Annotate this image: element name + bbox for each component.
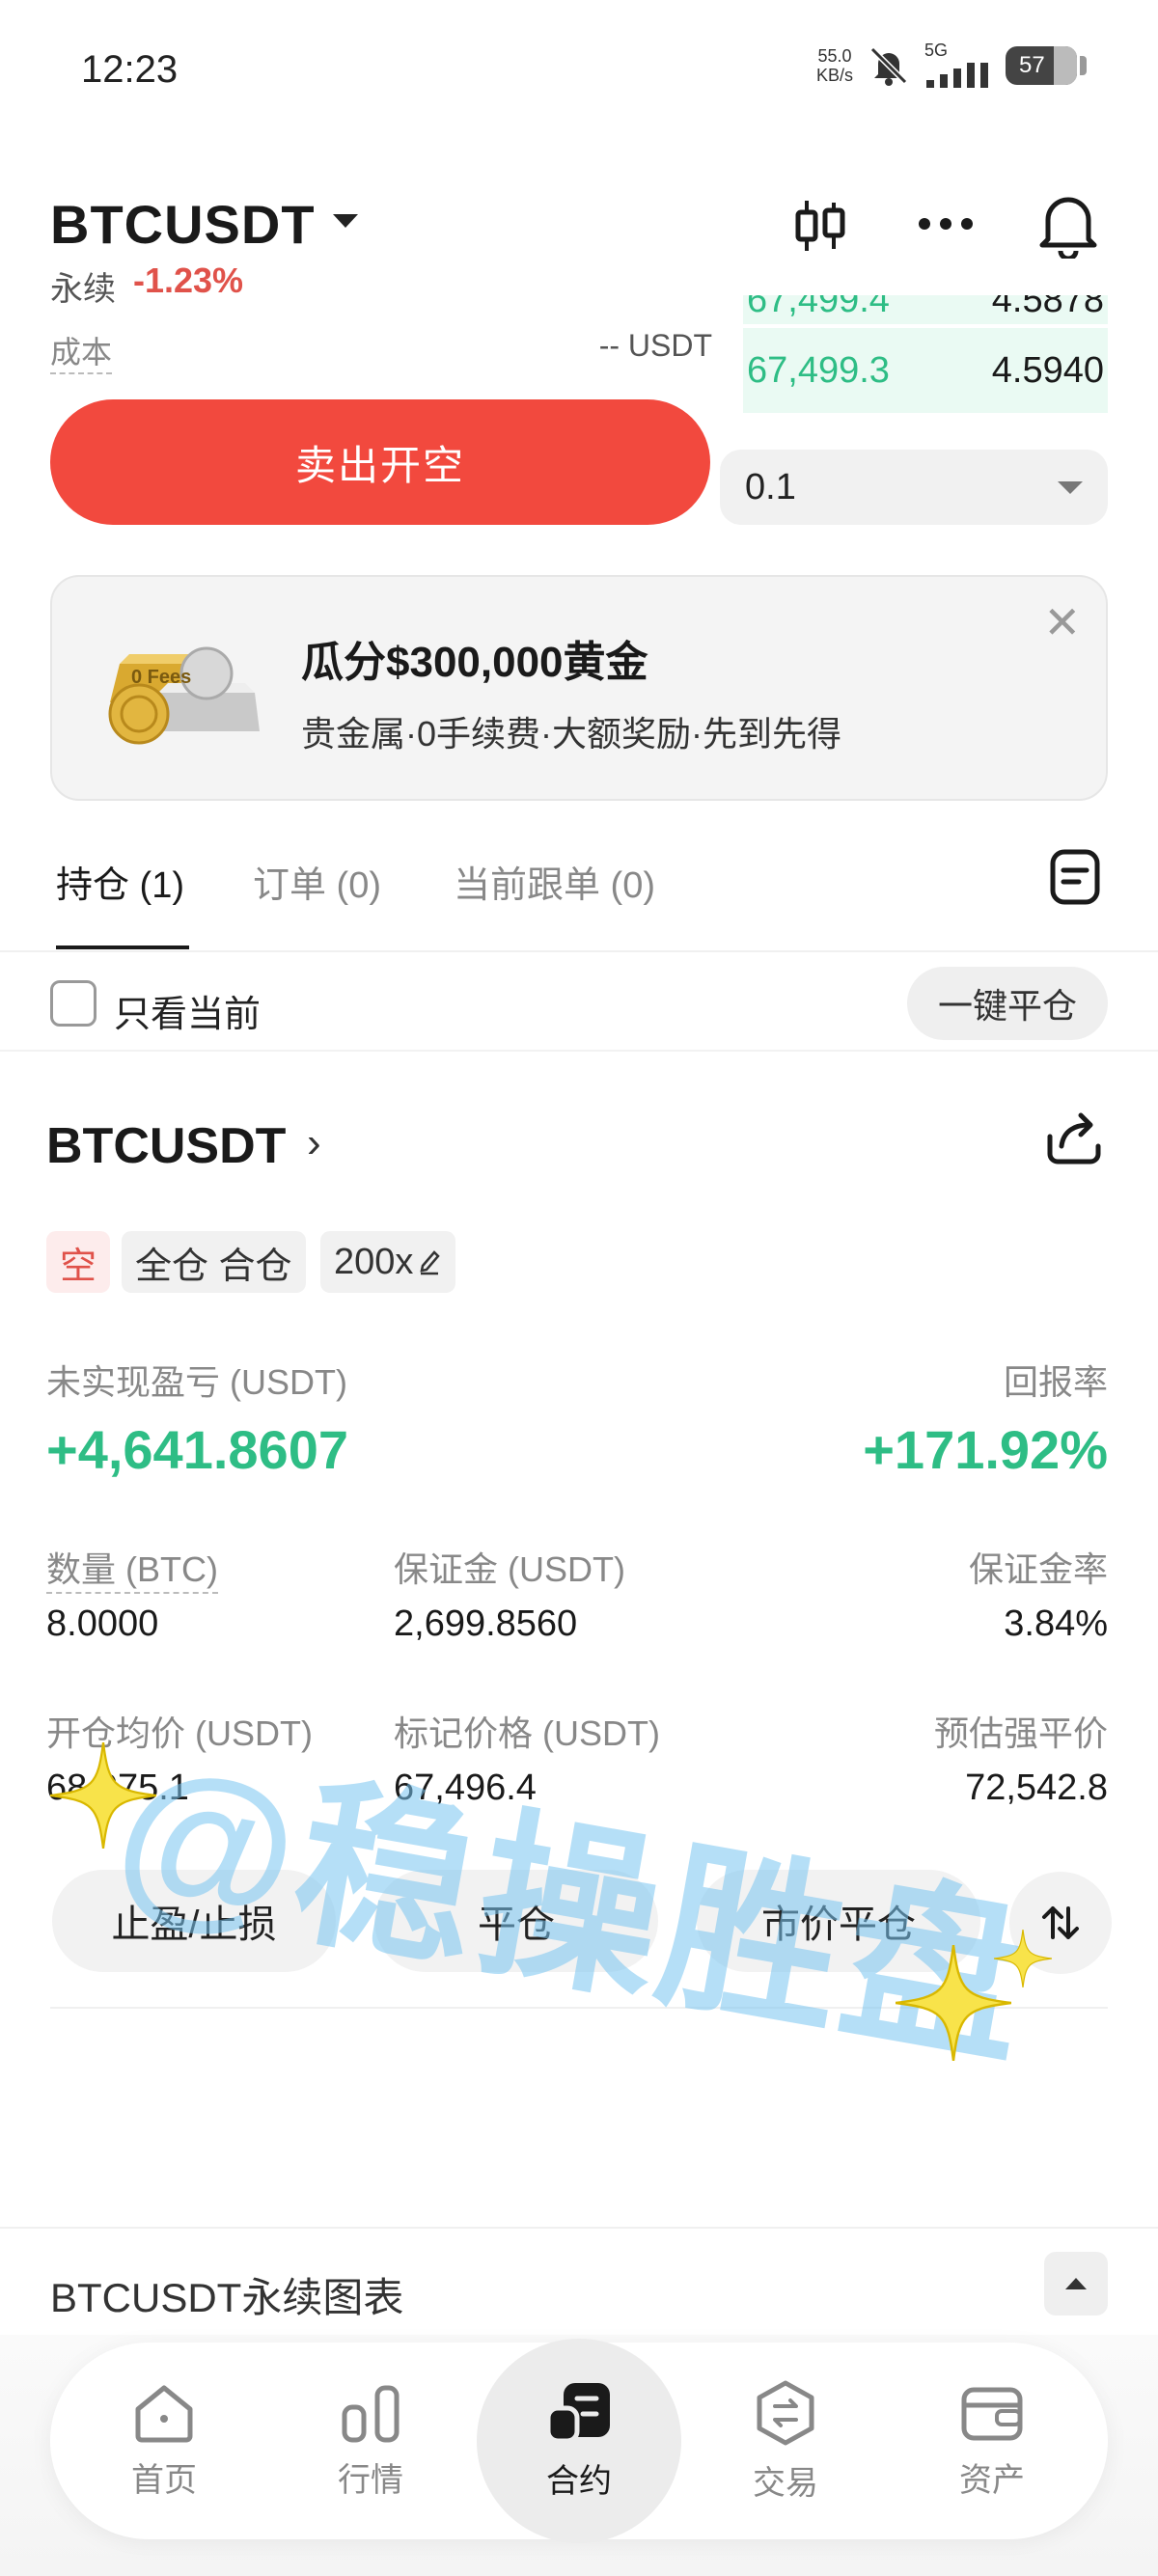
sparkle-icon: [50, 1742, 156, 1849]
margin-value: 2,699.8560: [394, 1603, 578, 1644]
nav-futures[interactable]: 合约: [482, 2343, 676, 2539]
caret-up-icon: [1065, 2278, 1087, 2289]
tab-copy-trades[interactable]: 当前跟单 (0): [454, 855, 655, 908]
close-icon[interactable]: ✕: [1043, 596, 1081, 648]
sparkle-icon: [994, 1930, 1052, 1987]
more-icon[interactable]: [917, 214, 975, 233]
show-current-only-label: 只看当前: [114, 995, 262, 1035]
signal-icon: 5G: [924, 41, 992, 90]
edit-icon: [420, 1250, 441, 1275]
caret-down-icon: [1058, 480, 1083, 494]
nav-trade[interactable]: 交易: [689, 2343, 882, 2539]
symbol-selector[interactable]: BTCUSDT: [50, 193, 316, 256]
status-time: 12:23: [81, 48, 179, 91]
show-current-only-checkbox[interactable]: [50, 980, 96, 1027]
leverage-tag[interactable]: 200x: [320, 1231, 456, 1293]
bell-icon[interactable]: [1038, 191, 1098, 259]
nav-home[interactable]: 首页: [68, 2343, 261, 2539]
position-side-tag: 空: [46, 1231, 111, 1293]
nav-markets[interactable]: 行情: [274, 2343, 467, 2539]
margin-ratio-value: 3.84%: [1004, 1603, 1108, 1644]
status-icons: 55.0 KB/s 5G 57: [815, 41, 1087, 90]
battery-indicator: 57: [1006, 45, 1087, 85]
svg-text:0 Fees: 0 Fees: [131, 667, 191, 688]
margin-mode-tag: 全仓 合仓: [122, 1231, 306, 1293]
position-symbol[interactable]: BTCUSDT: [46, 1117, 286, 1175]
promo-banner[interactable]: 0 Fees 瓜分$300,000黄金 贵金属·0手续费·大额奖励·先到先得 ✕: [50, 575, 1108, 801]
cost-value: -- USDT: [598, 328, 712, 363]
liq-price-value: 72,542.8: [965, 1768, 1108, 1808]
caret-down-icon[interactable]: [333, 214, 358, 228]
candlestick-icon[interactable]: [793, 197, 847, 255]
roe-value: +171.92%: [863, 1419, 1108, 1480]
chevron-right-icon[interactable]: ›: [307, 1119, 321, 1167]
sell-open-short-button[interactable]: 卖出开空: [50, 399, 710, 525]
order-history-icon[interactable]: [1050, 849, 1100, 905]
home-icon: [135, 2385, 193, 2442]
tab-orders[interactable]: 订单 (0): [253, 855, 381, 908]
tab-positions[interactable]: 持仓 (1): [56, 855, 184, 908]
promo-title: 瓜分$300,000黄金: [301, 639, 648, 686]
size-label: 数量 (BTC): [46, 1542, 218, 1594]
quantity-select[interactable]: 0.1: [720, 450, 1108, 525]
orderbook-row[interactable]: 67,499.3 4.5940: [743, 328, 1108, 413]
roe-label: 回报率: [1003, 1362, 1108, 1402]
market-bars-icon: [342, 2385, 400, 2442]
bell-muted-icon: [869, 46, 908, 86]
margin-label: 保证金 (USDT): [394, 1549, 625, 1589]
chart-section-title[interactable]: BTCUSDT永续图表: [50, 2265, 403, 2324]
margin-ratio-label: 保证金率: [968, 1549, 1108, 1589]
contract-type-label: 永续: [50, 271, 116, 308]
expand-chart-button[interactable]: [1044, 2252, 1108, 2316]
orderbook-row[interactable]: 67,499.4 4.5878: [743, 295, 1108, 324]
close-all-button[interactable]: 一键平仓: [907, 967, 1108, 1040]
active-tab-indicator: [56, 945, 189, 949]
net-speed: 55.0 KB/s: [815, 45, 853, 85]
futures-icon: [545, 2382, 610, 2443]
nav-assets[interactable]: 资产: [896, 2343, 1089, 2539]
price-change: -1.23%: [133, 260, 244, 300]
unrealized-pnl-value: +4,641.8607: [46, 1419, 348, 1480]
cost-label: 成本: [50, 328, 113, 374]
size-value: 8.0000: [46, 1603, 159, 1644]
unrealized-pnl-label: 未实现盈亏 (USDT): [46, 1362, 347, 1402]
gold-bars-icon: 0 Fees: [108, 646, 260, 745]
trade-icon: [757, 2380, 814, 2445]
share-icon[interactable]: [1044, 1108, 1104, 1167]
liq-price-label: 预估强平价: [933, 1713, 1108, 1753]
bottom-nav: 首页 行情 合约 交易 资产: [50, 2339, 1108, 2543]
promo-subtitle: 贵金属·0手续费·大额奖励·先到先得: [301, 714, 841, 754]
wallet-icon: [961, 2387, 1023, 2440]
